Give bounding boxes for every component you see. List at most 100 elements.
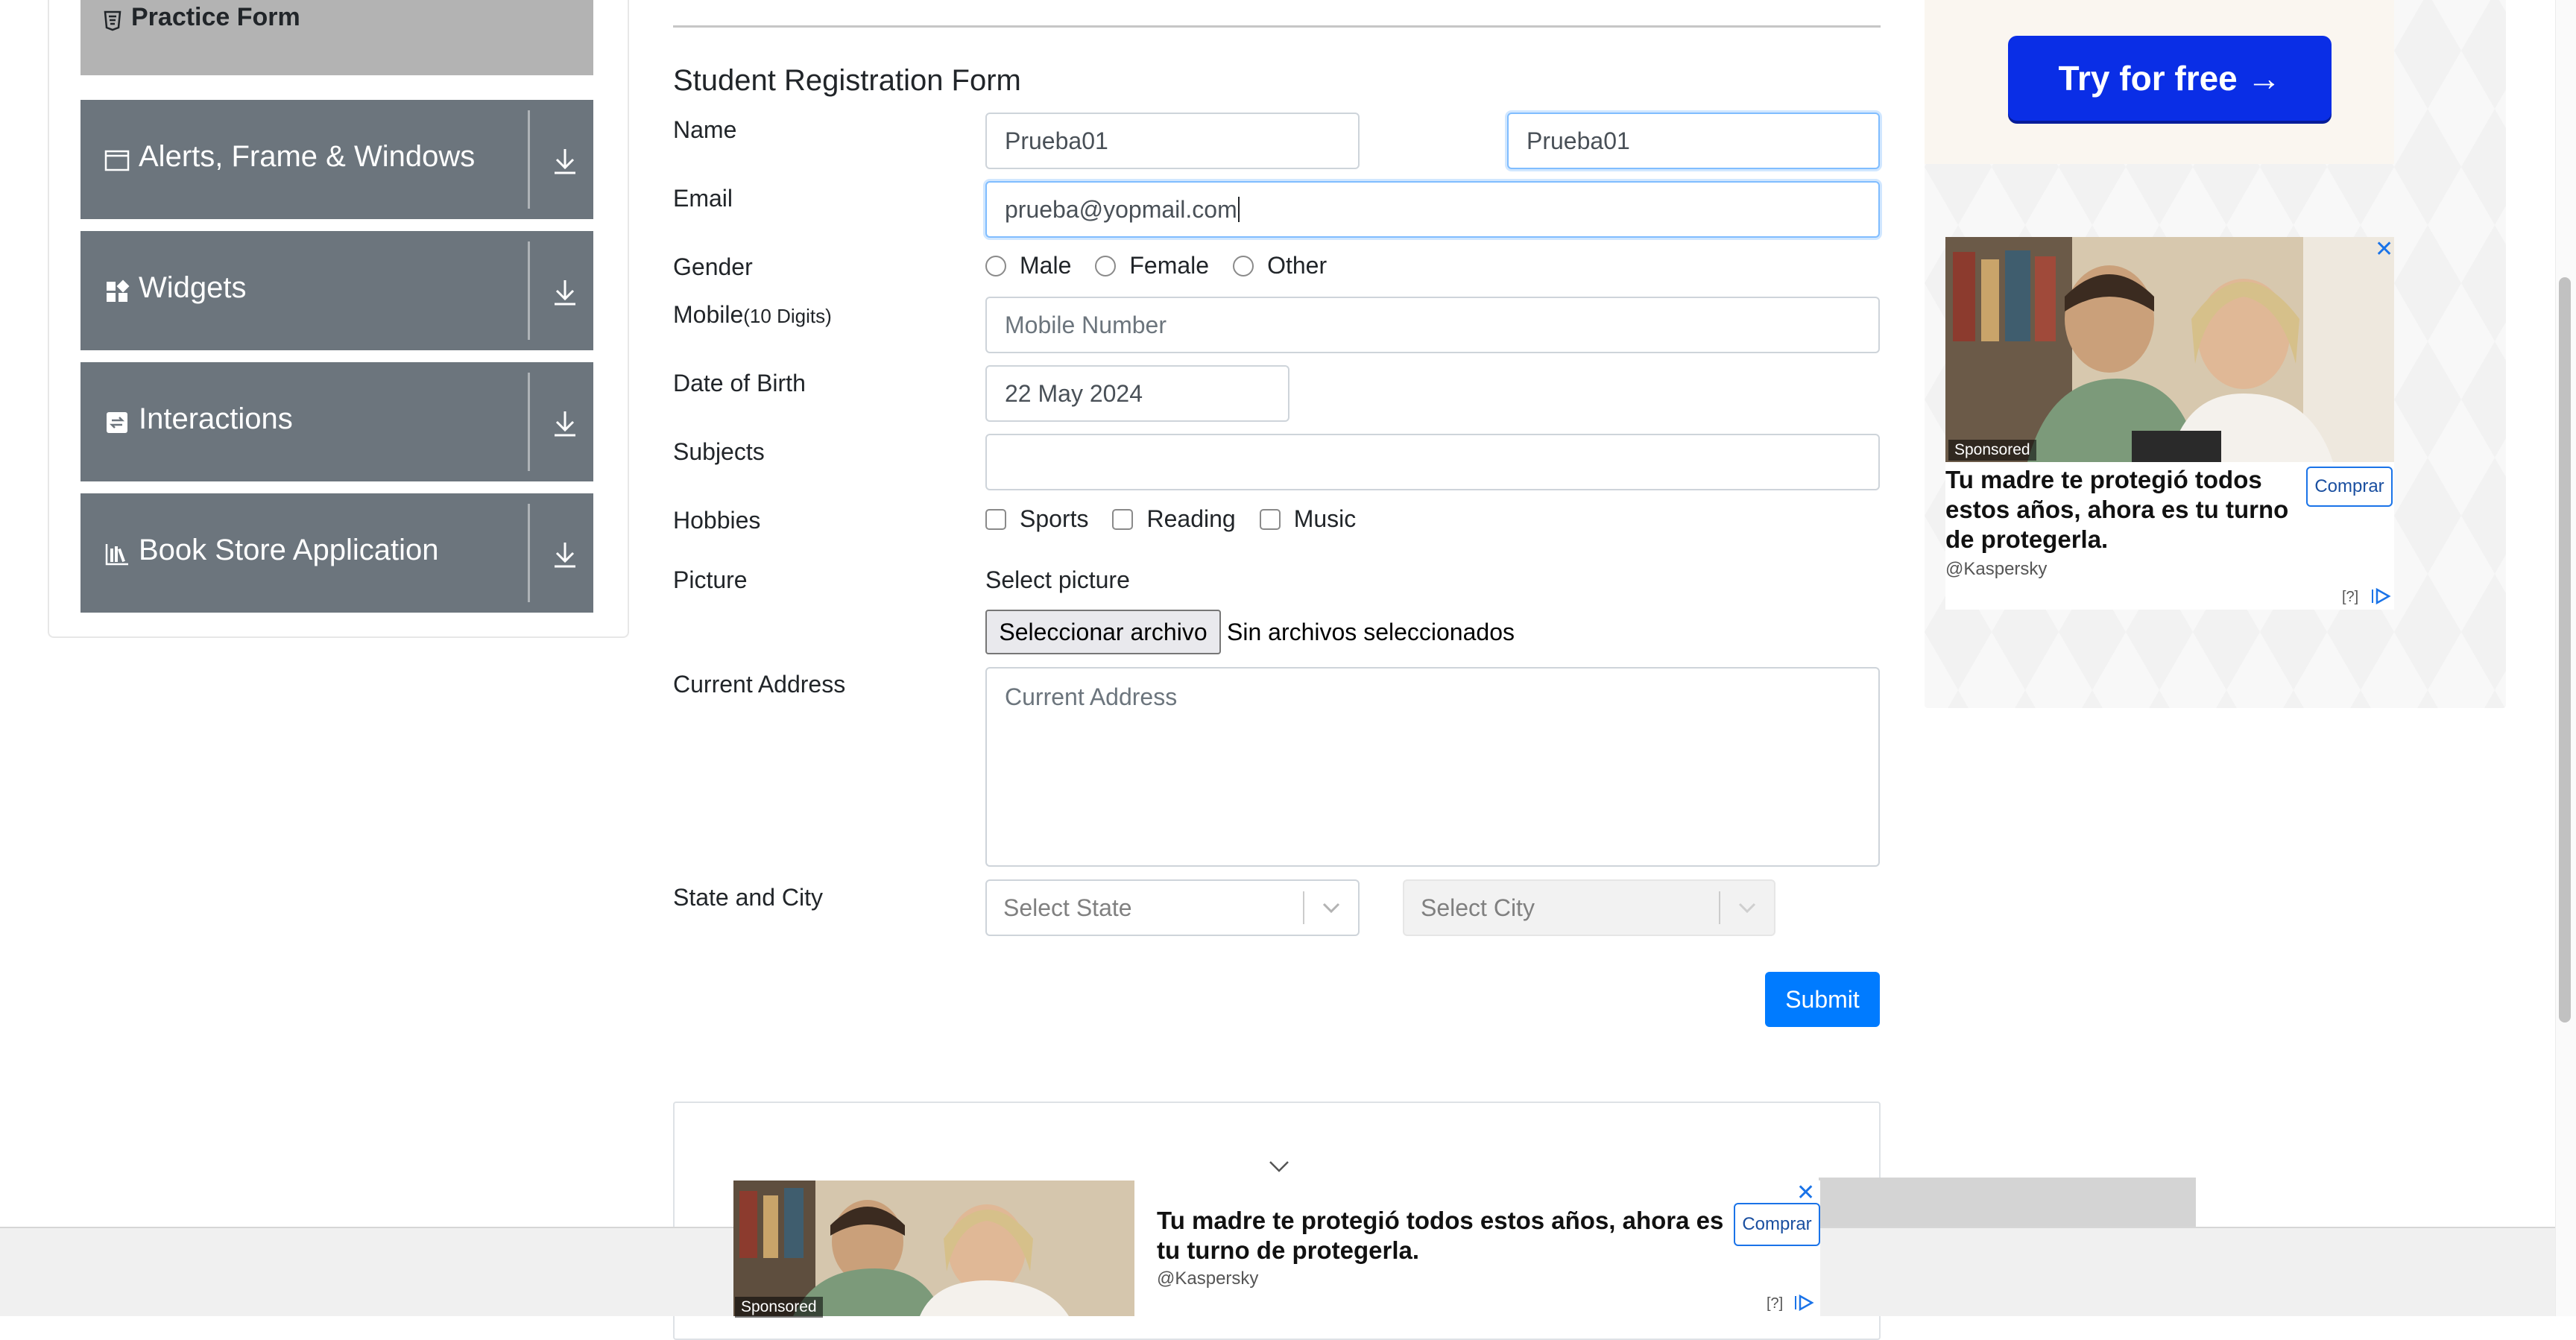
hobby-music-option[interactable]: Music xyxy=(1259,505,1357,533)
checkbox-music[interactable] xyxy=(1259,508,1281,530)
checkbox-label: Sports xyxy=(1020,505,1089,532)
dob-input[interactable]: 22 May 2024 xyxy=(985,365,1289,422)
close-icon[interactable]: ✕ xyxy=(1796,1182,1815,1204)
top-divider xyxy=(673,25,1881,28)
email-input[interactable]: prueba@yopmail.com xyxy=(985,181,1880,238)
adchoices-icon[interactable] xyxy=(2370,587,2391,605)
gender-other-option[interactable]: Other xyxy=(1233,252,1327,279)
radio-label: Female xyxy=(1129,252,1210,279)
ad-image[interactable] xyxy=(733,1181,1134,1316)
buy-button[interactable]: Comprar xyxy=(1734,1203,1820,1246)
sidebar-group-alerts[interactable]: Alerts, Frame & Windows xyxy=(80,100,593,219)
mobile-label: Mobile(10 Digits) xyxy=(673,301,832,329)
chevron-down-icon[interactable] xyxy=(1268,1158,1290,1175)
sidebar-group-label: Widgets xyxy=(139,271,247,304)
buy-button[interactable]: Comprar xyxy=(2306,467,2393,507)
text-cursor xyxy=(1237,197,1240,222)
subjects-label: Subjects xyxy=(673,438,765,465)
sponsored-label: Sponsored xyxy=(1948,440,2036,461)
gender-label: Gender xyxy=(673,253,753,280)
picture-label: Picture xyxy=(673,566,748,593)
state-select[interactable]: Select State xyxy=(985,879,1360,936)
chevron-down-icon xyxy=(1322,903,1340,914)
ad-source: @Kaspersky xyxy=(1945,559,2048,579)
html5-icon xyxy=(104,10,121,31)
sidebar-group-interactions[interactable]: Interactions xyxy=(80,362,593,481)
address-label: Current Address xyxy=(673,671,846,698)
subjects-input[interactable] xyxy=(985,434,1880,490)
radio-female[interactable] xyxy=(1095,255,1117,276)
checkbox-label: Music xyxy=(1293,505,1357,532)
interactions-icon xyxy=(107,412,127,433)
sidebar-group-label: Book Store Application xyxy=(139,534,439,566)
download-icon[interactable] xyxy=(550,538,580,569)
ad-info-label[interactable]: [?] xyxy=(2342,589,2358,606)
ad-image[interactable] xyxy=(1945,237,2394,462)
divider xyxy=(528,241,530,340)
email-value: prueba@yopmail.com xyxy=(1005,195,1237,223)
first-name-value: Prueba01 xyxy=(1005,127,1108,154)
sidebar-group-book-store[interactable]: Book Store Application xyxy=(80,493,593,613)
ad-headline[interactable]: Tu madre te protegió todos estos años, a… xyxy=(1157,1206,1731,1265)
close-icon[interactable]: ✕ xyxy=(2375,238,2393,261)
radio-label: Male xyxy=(1020,252,1072,279)
last-name-input[interactable]: Prueba01 xyxy=(1507,113,1880,169)
divider xyxy=(528,373,530,471)
form-title: Student Registration Form xyxy=(673,64,1021,97)
try-for-free-button[interactable]: Try for free → xyxy=(2008,36,2332,121)
divider xyxy=(528,504,530,602)
ad-info-label[interactable]: [?] xyxy=(1767,1295,1783,1312)
state-city-label: State and City xyxy=(673,884,823,911)
first-name-input[interactable]: Prueba01 xyxy=(985,113,1360,169)
mobile-input[interactable]: Mobile Number xyxy=(985,297,1880,353)
submit-button[interactable]: Submit xyxy=(1765,972,1880,1027)
adchoices-icon[interactable] xyxy=(1793,1294,1814,1312)
scrollbar-thumb[interactable] xyxy=(2559,277,2571,1023)
mobile-placeholder: Mobile Number xyxy=(1005,311,1167,338)
address-textarea[interactable]: Current Address xyxy=(985,667,1880,867)
ad-source: @Kaspersky xyxy=(1157,1268,1259,1289)
file-upload-button[interactable]: Seleccionar archivo xyxy=(985,610,1221,654)
hobby-reading-option[interactable]: Reading xyxy=(1112,505,1236,533)
bottom-ad[interactable]: Sponsored Tu madre te protegió todos est… xyxy=(733,1181,1820,1318)
hobby-sports-option[interactable]: Sports xyxy=(985,505,1088,533)
sidebar-item-practice-form[interactable]: Practice Form xyxy=(80,0,593,75)
ad-headline[interactable]: Tu madre te protegió todos estos años, a… xyxy=(1945,465,2296,554)
radio-male[interactable] xyxy=(985,255,1006,276)
sidebar-item-label: Practice Form xyxy=(131,3,300,31)
gender-male-option[interactable]: Male xyxy=(985,252,1071,279)
hobbies-checkbox-group: Sports Reading Music xyxy=(985,505,1380,533)
address-placeholder: Current Address xyxy=(1005,683,1178,710)
select-separator xyxy=(1303,891,1304,924)
sponsored-label: Sponsored xyxy=(735,1297,823,1318)
dob-label: Date of Birth xyxy=(673,370,806,396)
bottom-ad-background xyxy=(1819,1178,2196,1227)
chevron-down-icon xyxy=(1738,903,1756,914)
city-placeholder: Select City xyxy=(1421,894,1535,921)
email-label: Email xyxy=(673,185,733,212)
gender-radio-group: Male Female Other xyxy=(985,252,1351,279)
radio-label: Other xyxy=(1267,252,1328,279)
book-store-icon xyxy=(105,544,128,566)
file-status: Sin archivos seleccionados xyxy=(1227,619,1515,645)
sidebar-group-widgets[interactable]: Widgets xyxy=(80,231,593,350)
sidebar-group-label: Alerts, Frame & Windows xyxy=(139,140,476,173)
download-icon[interactable] xyxy=(550,145,580,176)
ad-card[interactable]: Sponsored ✕ Tu madre te protegió todos e… xyxy=(1945,237,2394,610)
checkbox-reading[interactable] xyxy=(1112,508,1134,530)
gender-female-option[interactable]: Female xyxy=(1095,252,1209,279)
widgets-icon xyxy=(107,279,130,302)
city-select[interactable]: Select City xyxy=(1403,879,1775,936)
name-label: Name xyxy=(673,116,737,143)
state-placeholder: Select State xyxy=(1003,894,1132,921)
last-name-value: Prueba01 xyxy=(1527,127,1630,154)
checkbox-sports[interactable] xyxy=(985,508,1006,530)
window-icon xyxy=(104,150,130,171)
mobile-label-text: Mobile xyxy=(673,301,744,328)
download-icon[interactable] xyxy=(550,276,580,307)
radio-other[interactable] xyxy=(1233,255,1254,276)
checkbox-label: Reading xyxy=(1146,505,1236,532)
select-separator xyxy=(1719,891,1720,924)
download-icon[interactable] xyxy=(550,407,580,438)
hobbies-label: Hobbies xyxy=(673,507,761,534)
